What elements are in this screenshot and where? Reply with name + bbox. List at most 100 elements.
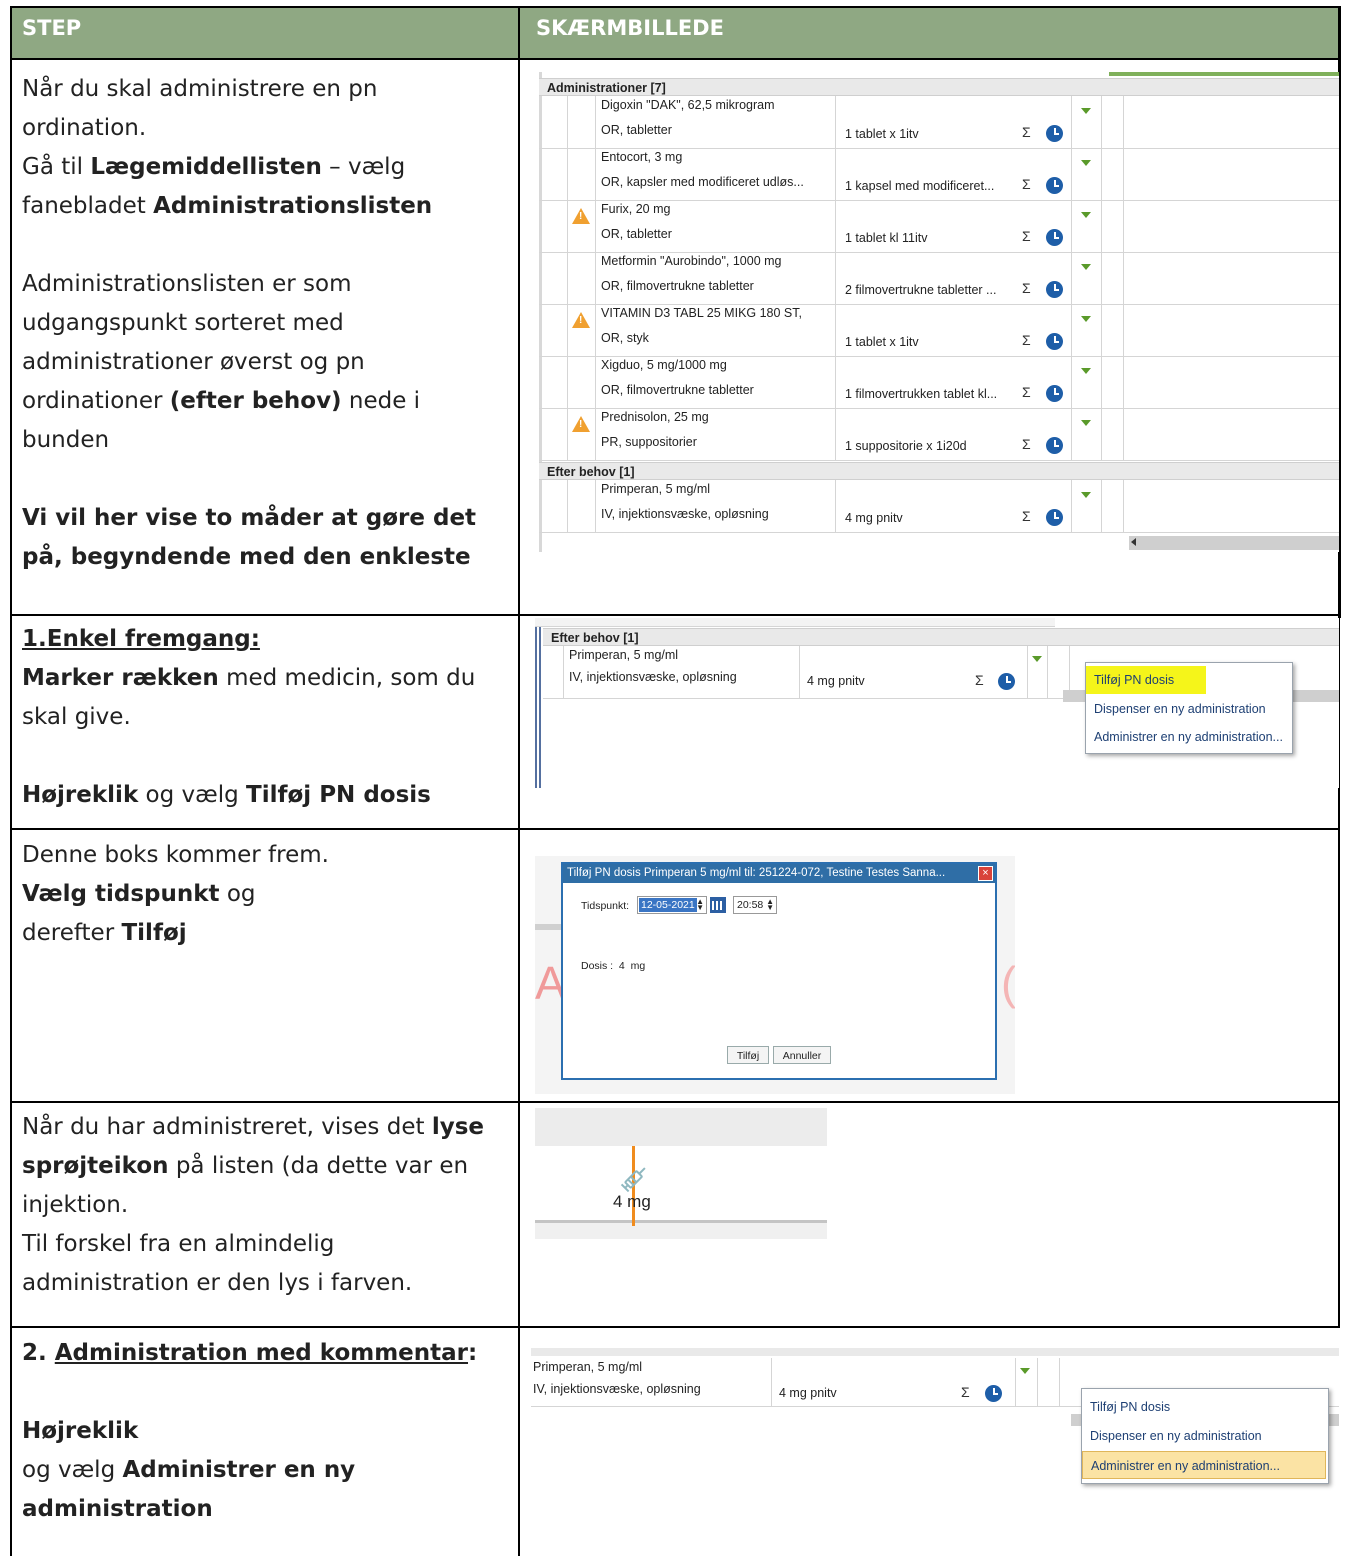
dropdown-arrow-icon[interactable] (1081, 420, 1091, 426)
clock-icon[interactable] (1046, 229, 1063, 246)
clock-icon[interactable] (1046, 125, 1063, 142)
pn-med-row[interactable]: Primperan, 5 mg/ml IV, injektionsvæske, … (539, 480, 1339, 533)
horizontal-scrollbar[interactable] (1129, 536, 1339, 550)
clock-icon[interactable] (1046, 177, 1063, 194)
dropdown-arrow-icon[interactable] (1081, 212, 1091, 218)
step-5-number: 2. (22, 1340, 55, 1366)
dropdown-arrow-icon[interactable] (1081, 368, 1091, 374)
pn-med-dose: 4 mg pnitv (845, 511, 903, 525)
dropdown-arrow-icon-2[interactable] (1032, 656, 1042, 662)
screenshot-dialog: A ( Tilføj PN dosis Primperan 5 mg/ml ti… (535, 856, 1015, 1094)
med-row[interactable]: ! VITAMIN D3 TABL 25 MIKG 180 ST, OR, styk… (539, 304, 1339, 357)
menu-item-administer[interactable]: Administrer en ny administration... (1086, 723, 1283, 751)
step-1-text: Når du skal administrere en pn ordinatio… (22, 70, 502, 577)
med-row[interactable]: ! Prednisolon, 25 mg PR, suppositorier 1 su… (539, 408, 1339, 461)
pn-med-name: Primperan, 5 mg/ml (601, 482, 711, 496)
step-2-mark-row: Marker rækken (22, 665, 219, 691)
pn-med-form-2: IV, injektionsvæske, opløsning (569, 670, 737, 684)
step-4-difference: Til forskel fra en almindelig administra… (22, 1231, 413, 1296)
step-4-text: Når du har administreret, vises det lyse… (22, 1108, 502, 1303)
scroll-left-icon[interactable] (1131, 538, 1136, 546)
clock-icon[interactable] (1046, 385, 1063, 402)
dropdown-arrow-icon[interactable] (1081, 160, 1091, 166)
clock-icon-3[interactable] (985, 1385, 1002, 1402)
med-name: Prednisolon, 25 mg (601, 410, 709, 424)
menu-item-add-pn-dose-2[interactable]: Tilføj PN dosis (1082, 1393, 1170, 1421)
step-3-add: Tilføj (121, 920, 187, 946)
sigma-icon[interactable]: Σ (1022, 332, 1031, 348)
clock-icon[interactable] (1046, 333, 1063, 350)
med-form: OR, tabletter (601, 123, 672, 137)
clock-icon[interactable] (1046, 437, 1063, 454)
step-1-intro: Når du skal administrere en pn ordinatio… (22, 76, 378, 141)
pn-med-dose-3: 4 mg pnitv (779, 1386, 837, 1400)
sigma-icon[interactable]: Σ (1022, 384, 1031, 400)
dialog-title: Tilføj PN dosis Primperan 5 mg/ml til: 2… (563, 864, 995, 883)
group-administrations: Administrationer [7] (539, 78, 1339, 96)
med-form: OR, styk (601, 331, 649, 345)
sigma-icon[interactable]: Σ (1022, 228, 1031, 244)
dose-value: 4 mg (613, 1192, 651, 1211)
background-letter-right: ( (1001, 957, 1015, 1009)
dose-label: Dosis : 4 mg (581, 960, 646, 972)
dialog-title-text: Tilføj PN dosis Primperan 5 mg/ml til: 2… (567, 867, 946, 879)
calendar-icon[interactable] (709, 896, 727, 914)
dropdown-arrow-icon[interactable] (1081, 316, 1091, 322)
step-5-colon: : (468, 1340, 478, 1366)
dropdown-arrow-icon[interactable] (1081, 108, 1091, 114)
pn-med-dose-2: 4 mg pnitv (807, 674, 865, 688)
header-screenshot: SKÆRMBILLEDE (536, 16, 724, 40)
sigma-icon[interactable]: Σ (1022, 508, 1031, 524)
dropdown-arrow-icon[interactable] (1081, 492, 1091, 498)
med-name: Furix, 20 mg (601, 202, 671, 216)
add-button[interactable]: Tilføj (727, 1046, 769, 1064)
clock-icon-2[interactable] (998, 673, 1015, 690)
sigma-icon[interactable]: Σ (1022, 124, 1031, 140)
menu-item-dispense-2[interactable]: Dispenser en ny administration (1082, 1422, 1262, 1450)
time-stepper-icon[interactable]: ▲ ▼ (766, 898, 774, 912)
warning-icon: ! (572, 416, 590, 432)
menu-item-add-pn-dose[interactable]: Tilføj PN dosis (1086, 666, 1206, 694)
med-dose: 1 filmovertrukken tablet kl... (845, 387, 998, 401)
screenshot-admin-list: Administrationer [7] Digoxin "DAK", 62,5… (539, 72, 1339, 552)
close-icon[interactable]: × (978, 866, 993, 881)
menu-item-dispense[interactable]: Dispenser en ny administration (1086, 695, 1266, 723)
med-row[interactable]: Metformin "Aurobindo", 1000 mg OR, filmov… (539, 252, 1339, 305)
med-row[interactable]: Digoxin "DAK", 62,5 mikrogram OR, tablett… (539, 96, 1339, 149)
time-field[interactable]: 20:58 ▲ ▼ (733, 896, 777, 914)
step-3-choose-time: Vælg tidspunkt (22, 881, 220, 907)
step-3-and: og (219, 881, 256, 907)
step-3-then: derefter (22, 920, 122, 946)
med-dose: 1 suppositorie x 1i20d (845, 439, 967, 453)
med-row[interactable]: ! Furix, 20 mg OR, tabletter 1 tablet kl 11… (539, 200, 1339, 253)
group-as-needed-2: Efter behov [1] (543, 628, 1339, 646)
med-dose: 1 tablet x 1itv (845, 335, 919, 349)
step-5-rightclick: Højreklik (22, 1418, 139, 1444)
add-pn-dose-dialog: Tilføj PN dosis Primperan 5 mg/ml til: 2… (561, 862, 997, 1080)
date-stepper-icon[interactable]: ▲ ▼ (696, 898, 704, 912)
sigma-icon-3[interactable]: Σ (961, 1384, 970, 1400)
dropdown-arrow-icon[interactable] (1081, 264, 1091, 270)
cancel-button[interactable]: Annuller (773, 1046, 831, 1064)
menu-item-administer-2[interactable]: Administrer en ny administration... (1082, 1451, 1326, 1479)
clock-icon[interactable] (1046, 281, 1063, 298)
clock-icon[interactable] (1046, 509, 1063, 526)
med-form: OR, kapsler med modificeret udløs... (601, 175, 804, 189)
step-5-choose: og vælg (22, 1457, 123, 1483)
med-name: Entocort, 3 mg (601, 150, 683, 164)
sigma-icon[interactable]: Σ (1022, 280, 1031, 296)
med-row[interactable]: Xigduo, 5 mg/1000 mg OR, filmovertrukne t… (539, 356, 1339, 409)
step-1-asneeded: (efter behov) (169, 388, 342, 414)
group-as-needed: Efter behov [1] (539, 462, 1339, 480)
med-form: OR, tabletter (601, 227, 672, 241)
dropdown-arrow-icon-3[interactable] (1020, 1368, 1030, 1374)
sigma-icon[interactable]: Σ (1022, 176, 1031, 192)
header-step: STEP (22, 16, 82, 40)
sigma-icon-2[interactable]: Σ (975, 672, 984, 688)
date-field[interactable]: 12-05-2021 ▲ ▼ (637, 896, 707, 914)
step-5-title: Administration med kommentar (54, 1340, 469, 1366)
screenshot-context-menu: Efter behov [1] Primperan, 5 mg/ml IV, i… (535, 618, 1339, 788)
sigma-icon[interactable]: Σ (1022, 436, 1031, 452)
med-row[interactable]: Entocort, 3 mg OR, kapsler med modificere… (539, 148, 1339, 201)
step-1-medlist: Lægemiddellisten (90, 154, 322, 180)
